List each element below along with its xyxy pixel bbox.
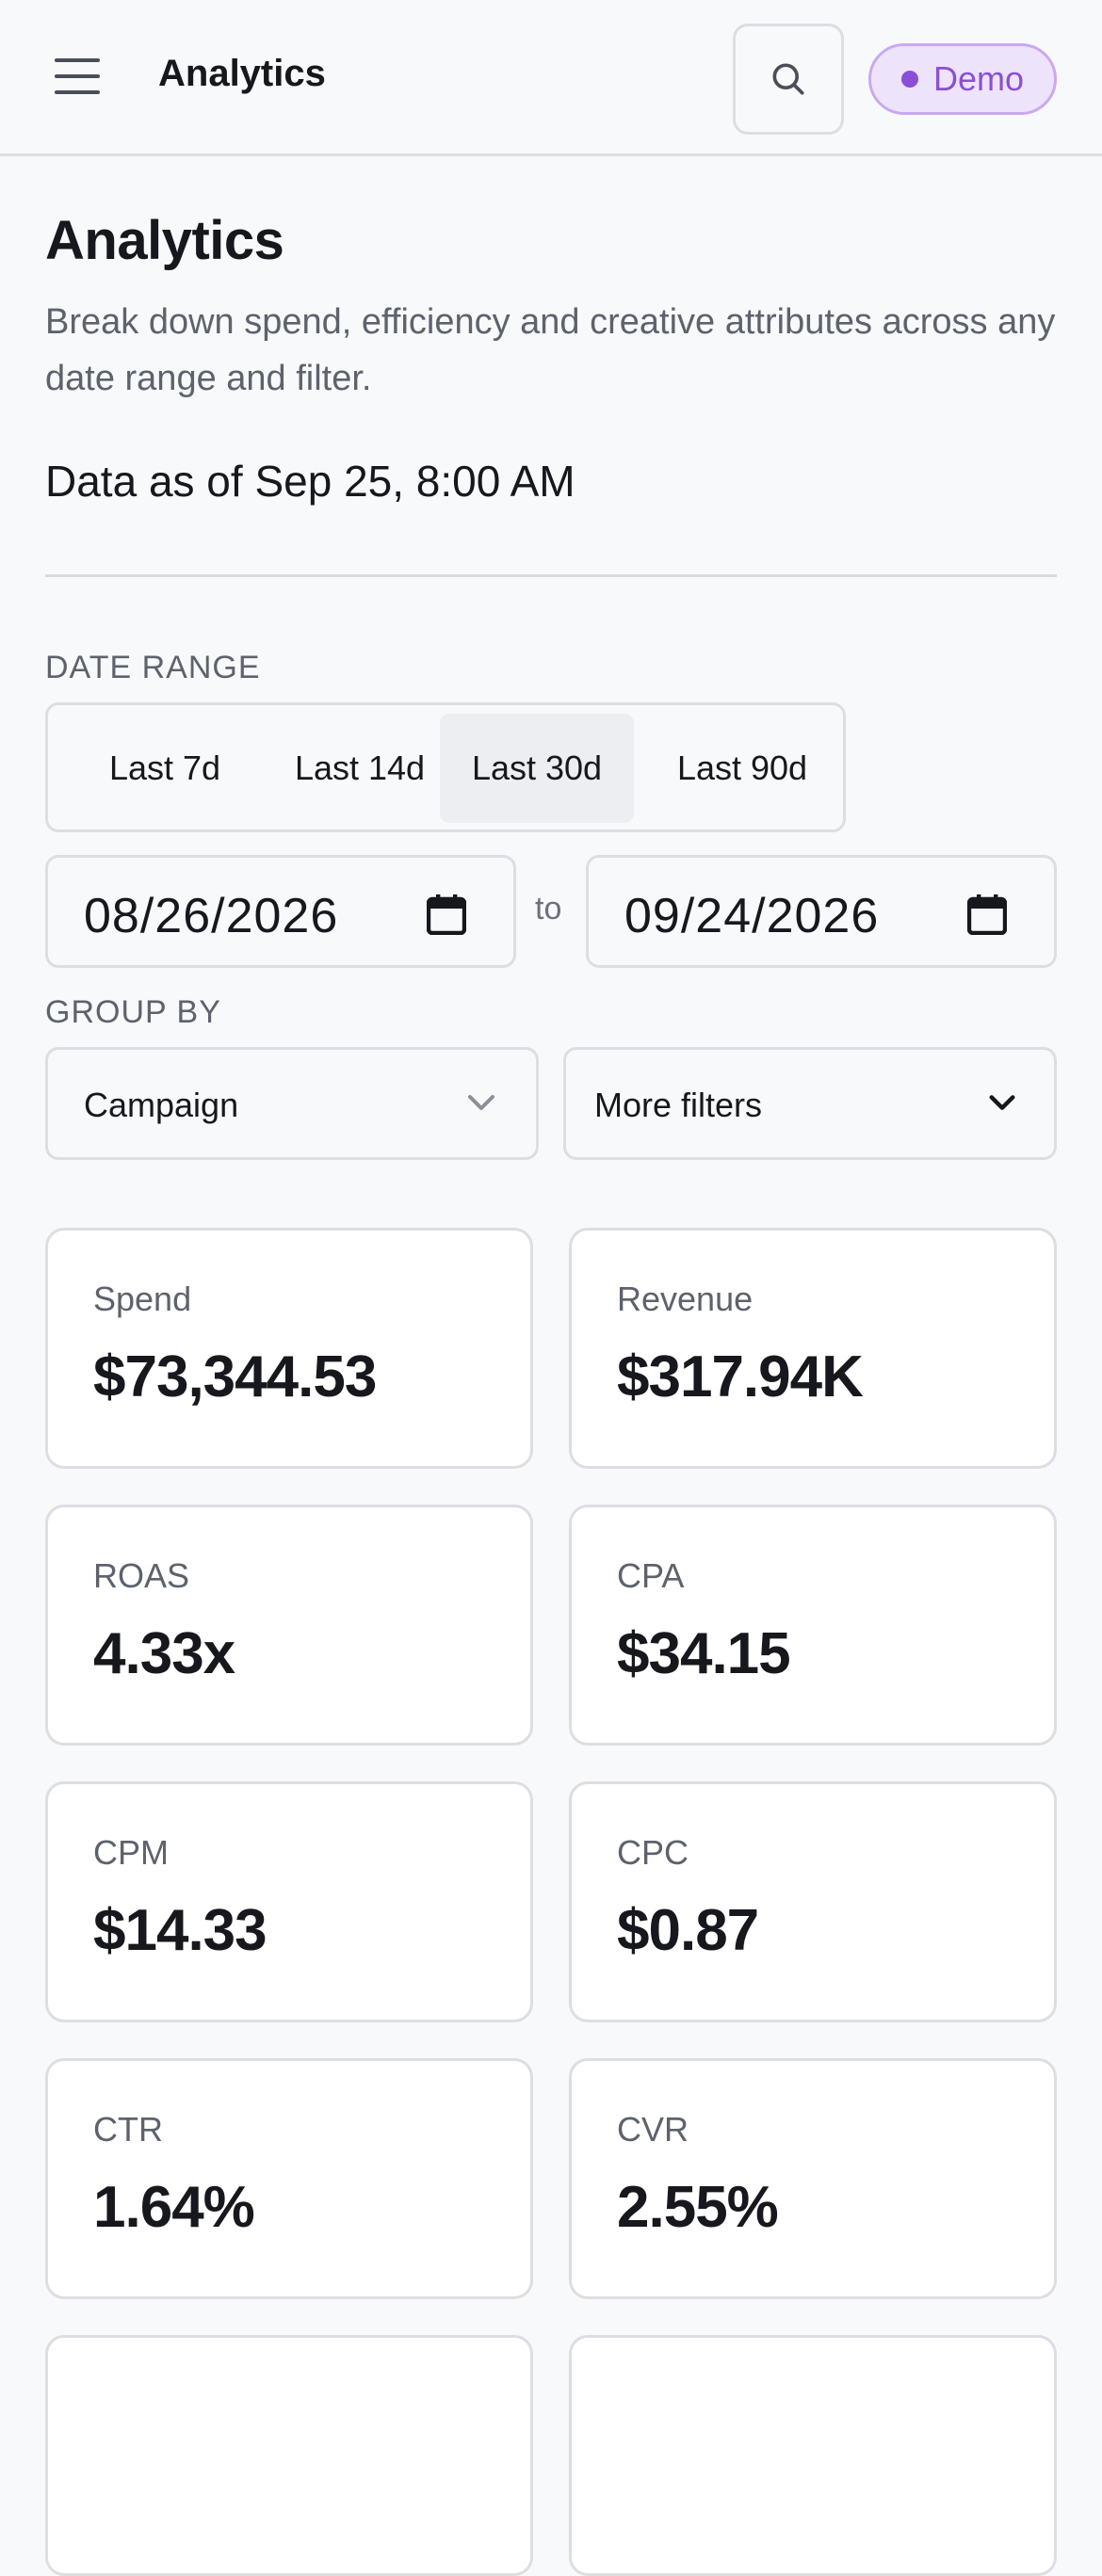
metric-label: CTR: [93, 2110, 163, 2149]
metric-label: ROAS: [93, 1556, 190, 1595]
metric-card-spend[interactable]: Spend $73,344.53: [45, 1228, 533, 1469]
demo-badge[interactable]: Demo: [868, 43, 1057, 115]
more-filters-dropdown[interactable]: More filters: [563, 1047, 1057, 1160]
preset-last-14d[interactable]: Last 14d: [257, 714, 462, 823]
metric-card-partial[interactable]: [569, 2335, 1057, 2576]
metric-value: $317.94K: [617, 1344, 864, 1409]
metric-card-cpa[interactable]: CPA $34.15: [569, 1505, 1057, 1746]
date-range-label: DATE RANGE: [45, 650, 261, 685]
metric-label: CVR: [617, 2110, 689, 2149]
metric-card-cvr[interactable]: CVR 2.55%: [569, 2058, 1057, 2299]
metric-card-ctr[interactable]: CTR 1.64%: [45, 2058, 533, 2299]
date-range-segmented-control: Last 7d Last 14d Last 30d Last 90d: [45, 702, 846, 832]
status-dot-icon: [900, 71, 918, 88]
chevron-down-icon: [989, 1095, 1015, 1110]
more-filters-label: More filters: [594, 1086, 763, 1124]
metric-label: Spend: [93, 1280, 192, 1318]
page-title: Analytics: [45, 210, 284, 271]
metric-label: Revenue: [617, 1280, 754, 1318]
search-button[interactable]: [733, 24, 844, 135]
date-range-to-label: to: [535, 891, 562, 926]
metric-value: $14.33: [93, 1898, 267, 1963]
end-date-input[interactable]: 09/24/2026: [586, 855, 1057, 968]
demo-badge-label: Demo: [932, 59, 1025, 98]
metric-value: 1.64%: [93, 2175, 255, 2240]
metric-card-cpc[interactable]: CPC $0.87: [569, 1781, 1057, 2022]
metric-label: CPC: [617, 1833, 689, 1872]
metric-label: CPA: [617, 1556, 685, 1595]
metric-card-roas[interactable]: ROAS 4.33x: [45, 1505, 533, 1746]
metric-card-partial[interactable]: [45, 2335, 533, 2576]
metric-card-revenue[interactable]: Revenue $317.94K: [569, 1228, 1057, 1469]
calendar-icon[interactable]: [427, 894, 466, 935]
preset-last-90d[interactable]: Last 90d: [641, 714, 843, 823]
metric-value: $0.87: [617, 1898, 759, 1963]
metric-value: 4.33x: [93, 1621, 235, 1686]
preset-last-7d[interactable]: Last 7d: [61, 714, 268, 823]
search-icon: [772, 63, 804, 95]
end-date-value: 09/24/2026: [624, 889, 880, 943]
group-by-value: Campaign: [84, 1086, 239, 1124]
preset-last-30d[interactable]: Last 30d: [440, 714, 634, 823]
app-bar: Analytics Demo: [0, 0, 1102, 156]
chevron-down-icon: [468, 1095, 494, 1110]
metric-value: $73,344.53: [93, 1344, 377, 1409]
metric-card-cpm[interactable]: CPM $14.33: [45, 1781, 533, 2022]
calendar-icon[interactable]: [967, 894, 1007, 935]
metric-label: CPM: [93, 1833, 169, 1872]
start-date-value: 08/26/2026: [84, 889, 339, 943]
group-by-label: GROUP BY: [45, 994, 221, 1030]
group-by-select[interactable]: Campaign: [45, 1047, 539, 1160]
metric-value: $34.15: [617, 1621, 791, 1686]
page-description: Break down spend, efficiency and creativ…: [45, 302, 1056, 398]
app-bar-title: Analytics: [158, 53, 326, 94]
start-date-input[interactable]: 08/26/2026: [45, 855, 516, 968]
divider: [45, 574, 1057, 577]
data-as-of-timestamp: Data as of Sep 25, 8:00 AM: [45, 457, 575, 506]
menu-icon[interactable]: [55, 58, 100, 98]
metric-value: 2.55%: [617, 2175, 779, 2240]
